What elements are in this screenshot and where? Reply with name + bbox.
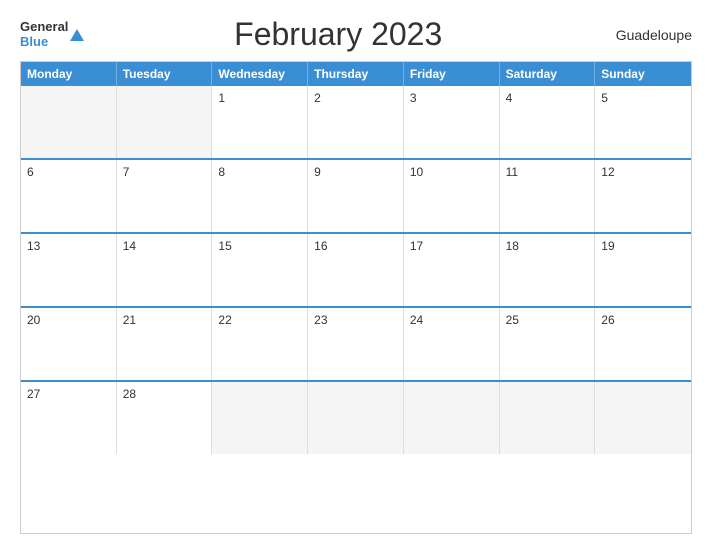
logo: General Blue: [20, 20, 84, 49]
day-number: 2: [314, 91, 321, 105]
calendar-day-cell: 18: [500, 234, 596, 306]
day-number: 18: [506, 239, 519, 253]
calendar-header-cell: Friday: [404, 62, 500, 86]
calendar-header-row: MondayTuesdayWednesdayThursdayFridaySatu…: [21, 62, 691, 86]
logo-triangle-icon: [70, 29, 84, 41]
logo-general: General: [20, 20, 68, 34]
calendar-day-cell: 22: [212, 308, 308, 380]
calendar-day-cell: 21: [117, 308, 213, 380]
day-number: 25: [506, 313, 519, 327]
day-number: 9: [314, 165, 321, 179]
calendar-week-row: 6 7 8 9 10 11 12: [21, 158, 691, 232]
calendar-header-cell: Tuesday: [117, 62, 213, 86]
day-number: 16: [314, 239, 327, 253]
calendar-day-cell: 4: [500, 86, 596, 158]
logo-blue: Blue: [20, 35, 68, 49]
day-number: 21: [123, 313, 136, 327]
calendar-day-cell: 23: [308, 308, 404, 380]
calendar-day-cell: 17: [404, 234, 500, 306]
day-number: 15: [218, 239, 231, 253]
calendar-day-cell: [21, 86, 117, 158]
calendar-day-cell: 9: [308, 160, 404, 232]
calendar-day-cell: 15: [212, 234, 308, 306]
calendar-day-cell: 12: [595, 160, 691, 232]
day-number: 24: [410, 313, 423, 327]
calendar-title: February 2023: [84, 16, 592, 53]
day-number: 14: [123, 239, 136, 253]
day-number: 1: [218, 91, 225, 105]
calendar-day-cell: 13: [21, 234, 117, 306]
calendar-day-cell: 10: [404, 160, 500, 232]
calendar-day-cell: [117, 86, 213, 158]
day-number: 12: [601, 165, 614, 179]
calendar-body: 1234567891011121314151617181920212223242…: [21, 86, 691, 454]
day-number: 22: [218, 313, 231, 327]
calendar-day-cell: [308, 382, 404, 454]
calendar-day-cell: 5: [595, 86, 691, 158]
calendar-week-row: 20 21 22 23 24 25 26: [21, 306, 691, 380]
calendar-week-row: 1 2 3 4 5: [21, 86, 691, 158]
calendar-day-cell: 7: [117, 160, 213, 232]
calendar-day-cell: 24: [404, 308, 500, 380]
day-number: 27: [27, 387, 40, 401]
day-number: 19: [601, 239, 614, 253]
calendar-header-cell: Thursday: [308, 62, 404, 86]
calendar: MondayTuesdayWednesdayThursdayFridaySatu…: [20, 61, 692, 534]
day-number: 7: [123, 165, 130, 179]
day-number: 20: [27, 313, 40, 327]
calendar-day-cell: 27: [21, 382, 117, 454]
calendar-day-cell: [212, 382, 308, 454]
day-number: 8: [218, 165, 225, 179]
calendar-day-cell: 20: [21, 308, 117, 380]
page-header: General Blue February 2023 Guadeloupe: [20, 16, 692, 53]
day-number: 6: [27, 165, 34, 179]
calendar-day-cell: 2: [308, 86, 404, 158]
calendar-day-cell: 28: [117, 382, 213, 454]
calendar-day-cell: [595, 382, 691, 454]
calendar-day-cell: 3: [404, 86, 500, 158]
calendar-day-cell: 16: [308, 234, 404, 306]
day-number: 13: [27, 239, 40, 253]
calendar-day-cell: 1: [212, 86, 308, 158]
day-number: 11: [506, 165, 518, 179]
calendar-header-cell: Monday: [21, 62, 117, 86]
calendar-day-cell: 19: [595, 234, 691, 306]
calendar-day-cell: [404, 382, 500, 454]
calendar-header-cell: Wednesday: [212, 62, 308, 86]
day-number: 10: [410, 165, 423, 179]
calendar-day-cell: 26: [595, 308, 691, 380]
calendar-header-cell: Saturday: [500, 62, 596, 86]
region-label: Guadeloupe: [592, 27, 692, 43]
calendar-day-cell: 11: [500, 160, 596, 232]
calendar-day-cell: 6: [21, 160, 117, 232]
calendar-header-cell: Sunday: [595, 62, 691, 86]
calendar-day-cell: 8: [212, 160, 308, 232]
calendar-day-cell: 14: [117, 234, 213, 306]
day-number: 28: [123, 387, 136, 401]
day-number: 17: [410, 239, 423, 253]
day-number: 4: [506, 91, 513, 105]
calendar-week-row: 13 14 15 16 17 18 19: [21, 232, 691, 306]
day-number: 3: [410, 91, 417, 105]
day-number: 23: [314, 313, 327, 327]
calendar-day-cell: 25: [500, 308, 596, 380]
calendar-day-cell: [500, 382, 596, 454]
calendar-week-row: 27 28: [21, 380, 691, 454]
day-number: 26: [601, 313, 614, 327]
day-number: 5: [601, 91, 608, 105]
